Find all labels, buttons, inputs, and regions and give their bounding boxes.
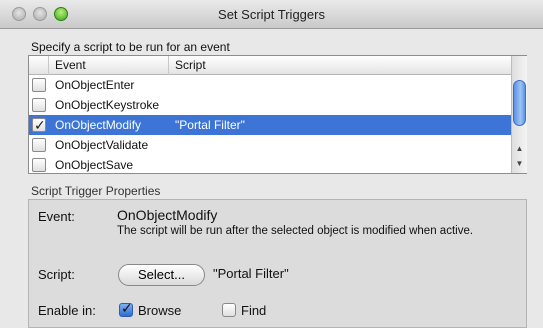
row-enable-checkbox[interactable] — [32, 78, 46, 92]
enable-in-label: Enable in: — [38, 303, 96, 318]
find-label[interactable]: Find — [241, 303, 266, 318]
header-script[interactable]: Script — [169, 56, 511, 75]
table-rows: OnObjectEnter OnObjectKeystroke OnObjectMo… — [29, 75, 511, 175]
section-title: Script Trigger Properties — [31, 184, 161, 198]
table-row[interactable]: OnObjectKeystroke — [29, 95, 511, 115]
find-checkbox[interactable] — [222, 303, 236, 317]
title-bar: Set Script Triggers — [0, 0, 543, 29]
row-event-name: OnObjectSave — [55, 158, 134, 172]
row-event-name: OnObjectKeystroke — [55, 98, 160, 112]
row-enable-checkbox[interactable] — [32, 138, 46, 152]
row-event-name: OnObjectModify — [55, 118, 142, 132]
row-event-name: OnObjectValidate — [55, 138, 149, 152]
table-row[interactable]: OnObjectValidate — [29, 135, 511, 155]
set-script-triggers-dialog: Set Script Triggers Specify a script to … — [0, 0, 543, 328]
scrollbar-thumb[interactable] — [513, 80, 526, 126]
row-enable-checkbox[interactable] — [32, 158, 46, 172]
row-event-name: OnObjectEnter — [55, 78, 135, 92]
table-row[interactable]: OnObjectEnter — [29, 75, 511, 95]
table-row[interactable]: OnObjectSave — [29, 155, 511, 175]
script-value: "Portal Filter" — [213, 266, 289, 281]
trigger-properties-panel: Event: OnObjectModify The script will be… — [28, 199, 527, 328]
window-title: Set Script Triggers — [218, 7, 325, 22]
instruction-text: Specify a script to be run for an event — [31, 40, 230, 54]
header-event[interactable]: Event — [49, 56, 169, 75]
row-enable-checkbox[interactable] — [32, 115, 46, 135]
event-description: The script will be run after the selecte… — [117, 225, 474, 237]
table-scrollbar[interactable]: ▲ ▼ — [511, 56, 527, 173]
scroll-down-arrow-icon[interactable]: ▼ — [512, 157, 527, 171]
browse-label[interactable]: Browse — [138, 303, 181, 318]
table-row[interactable]: OnObjectModify "Portal Filter" — [29, 115, 511, 135]
event-label: Event: — [38, 209, 75, 224]
event-value: OnObjectModify — [117, 207, 218, 223]
row-script-name: "Portal Filter" — [175, 118, 245, 132]
header-check-column[interactable] — [29, 56, 49, 75]
scroll-up-arrow-icon[interactable]: ▲ — [512, 142, 527, 156]
select-script-button[interactable]: Select... — [118, 264, 205, 286]
browse-checkbox[interactable] — [119, 300, 133, 317]
row-enable-checkbox[interactable] — [32, 98, 46, 112]
script-label: Script: — [38, 267, 75, 282]
trigger-table: Event Script OnObjectEnter OnObjectKeystr… — [28, 55, 527, 174]
table-header: Event Script — [29, 56, 511, 75]
